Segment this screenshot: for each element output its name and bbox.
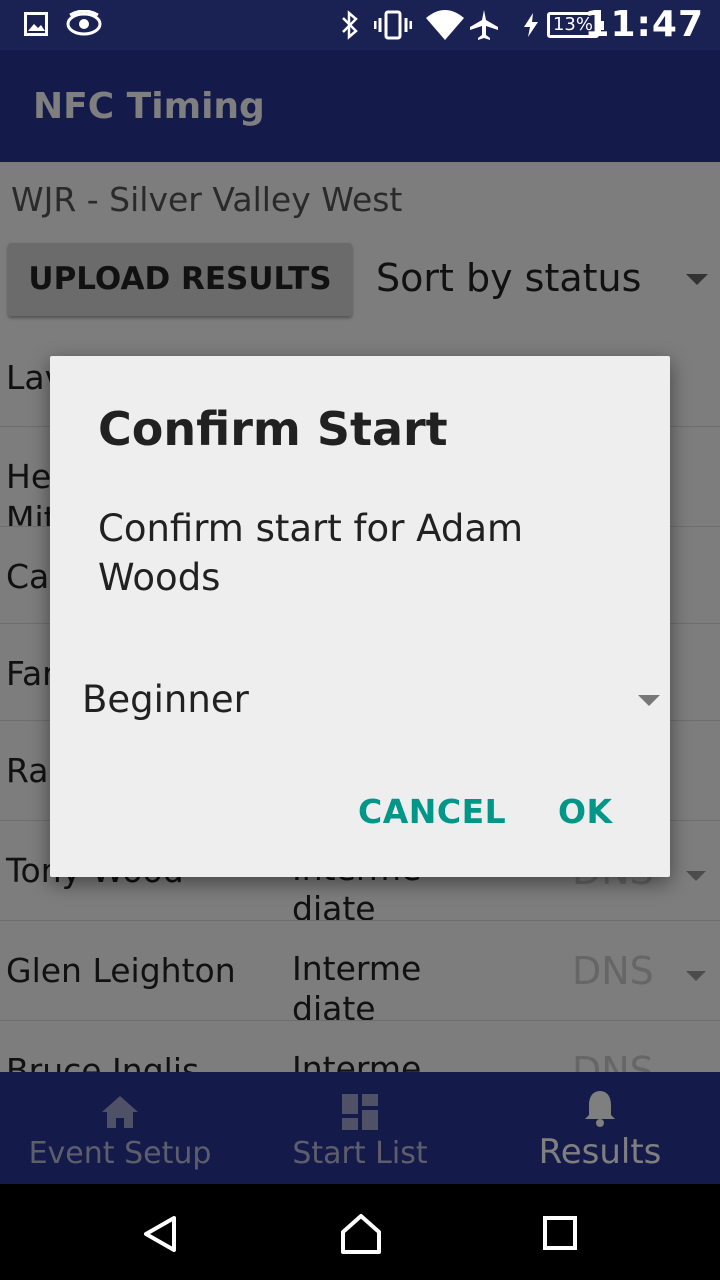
status-bar: 13% 11:47 [0,0,720,50]
clock: 11:47 [584,4,704,45]
wifi-icon [426,10,464,40]
dialog-message: Confirm start for Adam Woods [98,507,524,599]
eye-icon [66,10,102,36]
confirm-start-dialog: Confirm Start Confirm start for Adam Woo… [50,356,670,877]
back-icon[interactable] [140,1214,180,1254]
airplane-icon [470,10,498,40]
chevron-down-icon[interactable] [638,695,660,706]
charging-icon [524,13,538,37]
bluetooth-icon [342,10,358,40]
dialog-title: Confirm Start [98,402,448,456]
cancel-button[interactable]: CANCEL [358,792,506,831]
category-select[interactable]: Beginner [82,678,249,721]
recents-icon[interactable] [542,1215,578,1251]
ok-button[interactable]: OK [558,792,613,831]
image-icon [24,12,48,36]
vibrate-icon [374,10,412,40]
home-nav-icon[interactable] [339,1212,383,1256]
system-navigation-bar [0,1184,720,1280]
